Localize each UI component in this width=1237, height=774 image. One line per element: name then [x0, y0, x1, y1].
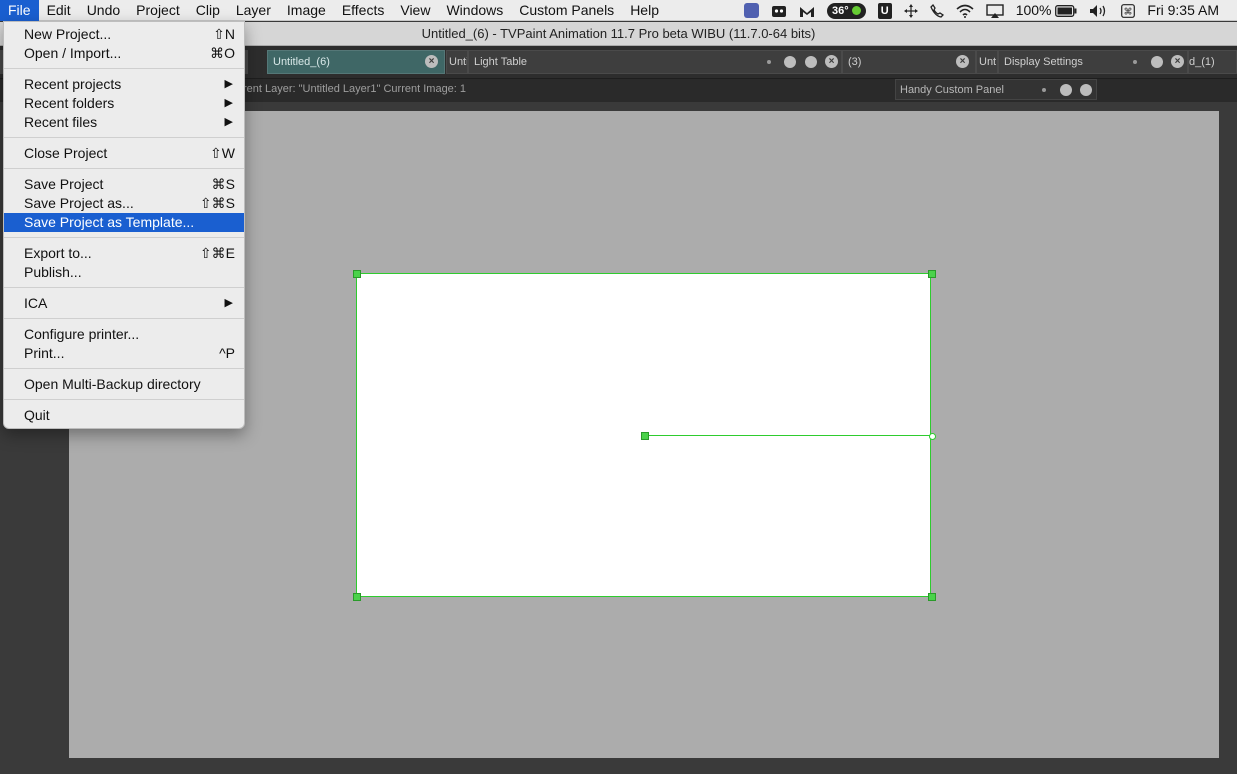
submenu-arrow-icon: ▶ [224, 78, 233, 90]
app-square-icon[interactable] [738, 0, 765, 21]
menu-separator [4, 237, 244, 238]
robot-icon[interactable] [765, 0, 793, 21]
tab-untitled-1[interactable]: d_(1) [1188, 50, 1237, 74]
menu-separator [4, 68, 244, 69]
temperature-badge[interactable]: 36° [821, 0, 872, 21]
panel-light-table[interactable]: Light Table × [468, 50, 842, 74]
menu-item-ica[interactable]: ICA ▶ [4, 294, 244, 313]
status-tray: 36° U 100% ⌘ Fri 9:35 AM [738, 0, 1237, 21]
transform-handle-bottom-right[interactable] [928, 593, 936, 601]
panel-label: Handy Custom Panel [900, 84, 1004, 96]
menu-separator [4, 168, 244, 169]
menu-project[interactable]: Project [128, 0, 188, 21]
phone-icon[interactable] [924, 0, 950, 21]
play-icon[interactable] [1060, 84, 1072, 96]
wifi-icon[interactable] [950, 0, 980, 21]
menu-item-print[interactable]: Print... ^P [4, 344, 244, 363]
menu-windows[interactable]: Windows [438, 0, 511, 21]
tab-untitled-a[interactable]: Unti [446, 50, 468, 74]
menu-item-recent-folders[interactable]: Recent folders ▶ [4, 94, 244, 113]
close-icon[interactable]: × [1171, 55, 1184, 68]
current-layer-status: rent Layer: "Untitled Layer1" Current Im… [243, 83, 467, 95]
menu-item-save-project[interactable]: Save Project ⌘S [4, 175, 244, 194]
panel-display-settings[interactable]: Display Settings × [998, 50, 1188, 74]
battery-status[interactable]: 100% [1010, 0, 1084, 21]
submenu-arrow-icon: ▶ [224, 116, 233, 128]
menu-bar: File Edit Undo Project Clip Layer Image … [0, 0, 1237, 21]
close-icon[interactable]: × [956, 55, 969, 68]
menu-item-recent-files[interactable]: Recent files ▶ [4, 113, 244, 132]
menu-item-open-import[interactable]: Open / Import... ⌘O [4, 44, 244, 63]
close-icon[interactable] [1080, 84, 1092, 96]
tab-untitled-6[interactable]: Untitled_(6) × [267, 50, 445, 74]
window-title: Untitled_(6) - TVPaint Animation 11.7 Pr… [421, 26, 816, 41]
menu-item-close-project[interactable]: Close Project ⇧W [4, 144, 244, 163]
transform-handle-top-left[interactable] [353, 270, 361, 278]
tab-label: Untitled_(6) [273, 56, 330, 68]
menu-undo[interactable]: Undo [79, 0, 128, 21]
submenu-arrow-icon: ▶ [224, 297, 233, 309]
minimize-icon[interactable] [805, 56, 817, 68]
move-arrows-icon[interactable] [898, 0, 924, 21]
menu-image[interactable]: Image [279, 0, 334, 21]
svg-text:⌘: ⌘ [1124, 7, 1133, 17]
dot-icon [767, 60, 771, 64]
file-menu-dropdown: New Project... ⇧N Open / Import... ⌘O Rece… [3, 21, 245, 429]
dot-icon [1133, 60, 1137, 64]
menu-help[interactable]: Help [622, 0, 667, 21]
clock[interactable]: Fri 9:35 AM [1141, 0, 1237, 21]
airplay-icon[interactable] [980, 0, 1010, 21]
panel-label: Light Table [474, 56, 528, 68]
menu-item-new-project[interactable]: New Project... ⇧N [4, 25, 244, 44]
menu-item-save-project-as[interactable]: Save Project as... ⇧⌘S [4, 194, 244, 213]
menu-item-configure-printer[interactable]: Configure printer... [4, 325, 244, 344]
volume-icon[interactable] [1083, 0, 1115, 21]
play-icon[interactable] [1151, 56, 1163, 68]
menu-item-open-multi-backup[interactable]: Open Multi-Backup directory [4, 375, 244, 394]
transform-handle-bottom-left[interactable] [353, 593, 361, 601]
tab-3[interactable]: (3) × [842, 50, 976, 74]
bottom-strip [0, 758, 1237, 774]
menu-item-recent-projects[interactable]: Recent projects ▶ [4, 75, 244, 94]
transform-handle-top-right[interactable] [928, 270, 936, 278]
menu-item-publish[interactable]: Publish... [4, 263, 244, 282]
play-icon[interactable] [784, 56, 796, 68]
panel-label: Display Settings [1004, 56, 1083, 68]
center-handle[interactable] [641, 432, 649, 440]
menu-view[interactable]: View [392, 0, 438, 21]
menu-item-quit[interactable]: Quit [4, 406, 244, 425]
menu-separator [4, 399, 244, 400]
rotation-guide-line [646, 435, 932, 436]
menu-item-save-project-as-template[interactable]: Save Project as Template... [4, 213, 244, 232]
malwarebytes-icon[interactable] [793, 0, 821, 21]
menu-clip[interactable]: Clip [188, 0, 228, 21]
close-icon[interactable]: × [425, 55, 438, 68]
menu-separator [4, 137, 244, 138]
menu-separator [4, 318, 244, 319]
menu-separator [4, 287, 244, 288]
menu-layer[interactable]: Layer [228, 0, 279, 21]
handy-custom-panel[interactable]: Handy Custom Panel [895, 79, 1097, 100]
submenu-arrow-icon: ▶ [224, 97, 233, 109]
menu-custom-panels[interactable]: Custom Panels [511, 0, 622, 21]
menu-edit[interactable]: Edit [39, 0, 79, 21]
tab-untitled-b[interactable]: Unt [976, 50, 998, 74]
menu-item-export-to[interactable]: Export to... ⇧⌘E [4, 244, 244, 263]
dot-icon [1042, 88, 1046, 92]
menu-separator [4, 368, 244, 369]
battery-icon [1055, 4, 1077, 17]
close-icon[interactable]: × [825, 55, 838, 68]
keyboard-shortcut-icon[interactable]: ⌘ [1115, 0, 1141, 21]
menu-effects[interactable]: Effects [334, 0, 393, 21]
menu-file[interactable]: File [0, 0, 39, 21]
clipboard-icon[interactable]: U [872, 0, 898, 21]
rotation-handle[interactable] [929, 433, 936, 440]
